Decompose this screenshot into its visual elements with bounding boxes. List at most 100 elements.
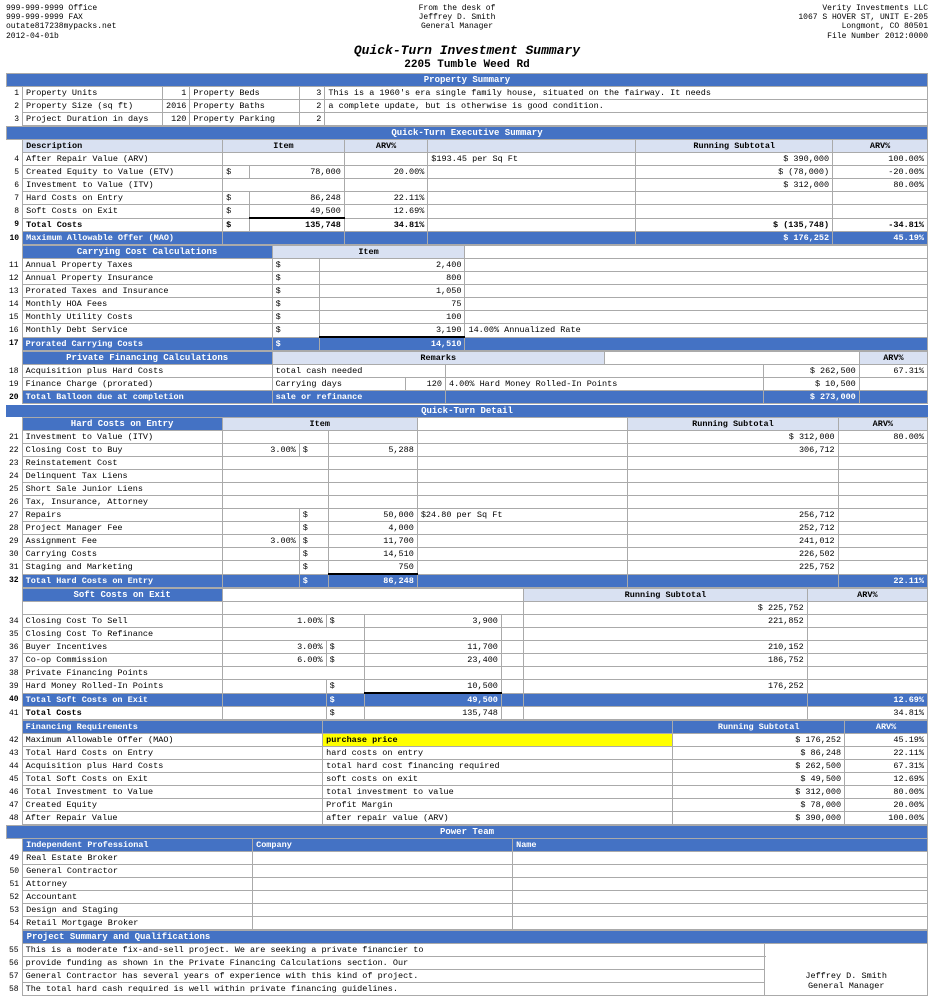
assignment-fee-running: 241,012 [628,535,838,548]
arv-fin-running: $ 390,000 [673,812,845,825]
staging-label: Staging and Marketing [22,561,222,575]
repairs-note: $24.80 per Sq Ft [417,509,627,522]
total-costs-running: $ (135,748) [636,218,833,232]
total-hard-fin-arv: 22.11% [845,747,928,760]
carrying-val: 14,510 [328,548,417,561]
project-summary-table: Project Summary and Qualifications 55 Th… [6,930,928,996]
email: outate817238mypacks.net [6,22,206,31]
mao-running: $ 176,252 [636,232,833,245]
from-name: Jeffrey D. Smith [206,13,708,22]
assignment-fee-label: Assignment Fee [22,535,222,548]
mao-fin-label: Maximum Allowable Offer (MAO) [22,734,323,747]
coop-label: Co-op Commission [22,654,222,667]
debt-service-label: Monthly Debt Service [22,324,272,338]
total-costs-running-pct: -34.81% [833,218,928,232]
total-costs-detail-label: Total Costs [22,707,222,720]
utility-label: Monthly Utility Costs [22,311,272,324]
total-costs-label: Total Costs [23,218,223,232]
financing-req-header: Financing Requirements [22,721,323,734]
balloon-label: Total Balloon due at completion [22,391,272,404]
contact-info: 999-999-9999 Office 999-999-9999 FAX out… [6,4,206,31]
hard-costs-header: Hard Costs on Entry [22,418,222,431]
created-equity-fin-note: Profit Margin [323,799,673,812]
soft-opening-val: $ 225,752 [524,602,807,615]
total-costs-detail-arv: 34.81% [807,707,927,720]
hoa-val: 75 [319,298,465,311]
finance-charge-running: $ 10,500 [763,378,859,391]
etv-running: $ (78,000) [636,166,833,179]
row-num-2: 2 [7,100,23,113]
acq-hard-arv: 67.31% [859,365,927,378]
tax-ins-label: Tax, Insurance, Attorney [22,496,222,509]
fax: 999-999-9999 FAX [6,13,206,22]
finance-charge-note: 4.00% Hard Money Rolled-In Points [445,378,763,391]
soft-costs-val: 49,500 [249,205,344,219]
col-item: Item [223,140,345,153]
hard-running-col: Running Subtotal [628,418,838,431]
coop-running: 186,752 [524,654,807,667]
label-beds: Property Beds [190,87,300,100]
closing-sell-pct: 1.00% [222,615,326,628]
staging-running: 225,752 [628,561,838,575]
delinquent-label: Delinquent Tax Liens [22,470,222,483]
total-soft-fin-running: $ 49,500 [673,773,845,786]
col-arv1: ARV% [344,140,427,153]
balloon-running: $ 273,000 [763,391,859,404]
note-1: This is a 1960's era single family house… [325,87,928,100]
soft-costs-header: Soft Costs on Exit [22,589,222,602]
executive-summary-table: Quick-Turn Executive Summary Description… [6,126,928,245]
date-file-row: 2012-04-01b File Number 2012:0000 [6,32,928,41]
val-parking: 2 [300,113,325,126]
total-soft-fin-label: Total Soft Costs on Exit [22,773,323,786]
itv-label: Investment to Value (ITV) [23,179,223,192]
col-note [428,140,636,153]
arv-label: After Repair Value (ARV) [23,153,223,166]
etv-val: 78,000 [249,166,344,179]
company-name: Verity Investments LLC [708,4,928,13]
acq-plus-hard-fin-note: total hard cost financing required [323,760,673,773]
mao-fin-note: purchase price [323,734,673,747]
etv-running-pct: -20.00% [833,166,928,179]
total-hard-fin-note: hard costs on entry [323,747,673,760]
from-title: General Manager [206,22,708,31]
note-2: a complete update, but is otherwise is g… [325,100,928,113]
assignment-fee-val: 11,700 [328,535,417,548]
hard-costs-val: 86,248 [249,192,344,205]
total-hard-arv: 22.11% [838,574,927,588]
signature-title: General Manager [808,981,885,991]
pm-fee-running: 252,712 [628,522,838,535]
soft-costs-pct: 12.69% [344,205,427,219]
hard-costs-label: Hard Costs on Entry [23,192,223,205]
arv-fin-note: after repair value (ARV) [323,812,673,825]
total-soft-val: 49,500 [365,693,502,707]
doc-date: 2012-04-01b [6,32,59,41]
gc-label: General Contractor [23,865,253,878]
prop-ins-label: Annual Property Insurance [22,272,272,285]
acq-plus-hard-fin-running: $ 262,500 [673,760,845,773]
mao-fin-arv: 45.19% [845,734,928,747]
private-financing-header: Private Financing Calculations [22,352,272,365]
col-arv2: ARV% [833,140,928,153]
from-desk: From the desk of Jeffrey D. Smith Genera… [206,4,708,31]
coop-pct: 6.00% [222,654,326,667]
val-beds: 3 [300,87,325,100]
closing-sell-val: 3,900 [365,615,502,628]
buyer-incentives-running: 210,152 [524,641,807,654]
hard-money-pts-val: 10,500 [365,680,502,694]
carrying-cost-table: Carrying Cost Calculations Item 11 Annua… [6,245,928,351]
phone: 999-999-9999 Office [6,4,206,13]
company-address: 1067 S HOVER ST, UNIT E-205 [708,13,928,22]
pt-col1: Independent Professional [23,839,253,852]
main-title: Quick-Turn Investment Summary [6,43,928,58]
closing-sell-label: Closing Cost To Sell [22,615,222,628]
itv-detail-running: $ 312,000 [628,431,838,444]
val-baths: 2 [300,100,325,113]
pt-col3: Name [513,839,928,852]
carrying-cost-header: Carrying Cost Calculations [22,246,272,259]
hard-costs-table: Hard Costs on Entry Item Running Subtota… [6,417,928,588]
total-costs-val: 135,748 [249,218,344,232]
closing-refi-label: Closing Cost To Refinance [22,628,222,641]
pm-fee-val: 4,000 [328,522,417,535]
balloon-note: sale or refinance [272,391,445,404]
hoa-label: Monthly HOA Fees [22,298,272,311]
